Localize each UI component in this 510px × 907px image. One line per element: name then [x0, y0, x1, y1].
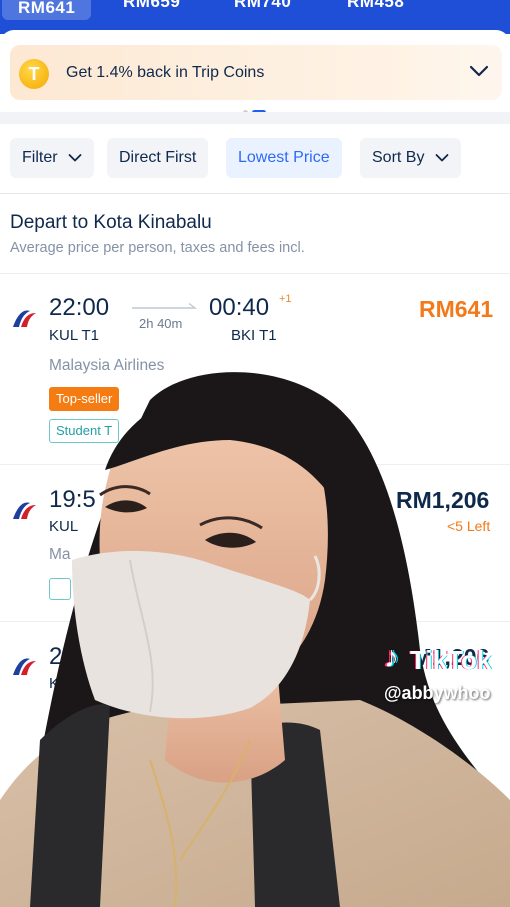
- date-tab[interactable]: RM659: [123, 0, 180, 20]
- filter-button[interactable]: Filter: [10, 138, 95, 178]
- seats-left-label: <5 Left: [447, 518, 491, 534]
- top-seller-tag: Top-seller: [49, 387, 120, 411]
- section-subtitle: Average price per person, taxes and fees…: [10, 240, 305, 256]
- divider: [0, 193, 510, 194]
- direct-first-button[interactable]: Direct First: [107, 138, 209, 178]
- depart-airport: KUL T1: [49, 327, 100, 344]
- date-tab[interactable]: RM740: [234, 0, 291, 20]
- divider: [0, 464, 510, 465]
- malaysia-airlines-logo-icon: [13, 310, 36, 327]
- baggage-icon: [49, 578, 71, 600]
- airline-name: Malaysia Airlines: [49, 357, 165, 374]
- section-title: Depart to Kota Kinabalu: [10, 212, 212, 233]
- chevron-down-icon[interactable]: [467, 59, 491, 83]
- sort-by-label: Sort By: [372, 149, 425, 166]
- trip-coin-icon: T: [19, 59, 49, 89]
- date-tab[interactable]: RM458: [347, 0, 404, 20]
- date-tab-selected[interactable]: RM641: [2, 0, 92, 20]
- tiktok-watermark: TikTok: [410, 645, 492, 675]
- route-arrow-icon: [132, 302, 198, 309]
- depart-airport: KUL: [49, 518, 79, 535]
- airline-name: Ma: [49, 546, 71, 563]
- date-price-strip: RM641 RM659 RM740 RM458: [0, 0, 510, 34]
- flight-price: RM1,206: [396, 487, 490, 513]
- student-tag: Student T: [49, 419, 120, 443]
- flight-price: RM641: [419, 296, 494, 322]
- flight-duration: 2h 40m: [139, 316, 183, 331]
- section-divider: [0, 112, 510, 124]
- arrive-time: 00:40: [209, 294, 270, 321]
- direct-first-label: Direct First: [119, 149, 197, 166]
- trip-coins-banner[interactable]: T Get 1.4% back in Trip Coins: [10, 45, 502, 100]
- depart-time: 22:00: [49, 294, 110, 321]
- arrive-airport: BKI T1: [231, 327, 277, 344]
- malaysia-airlines-logo-icon: [13, 658, 36, 675]
- divider: [0, 621, 510, 622]
- day-offset-badge: +1: [279, 293, 292, 305]
- divider: [0, 273, 510, 274]
- sort-by-button[interactable]: Sort By: [360, 138, 461, 178]
- lowest-price-label: Lowest Price: [238, 149, 330, 166]
- depart-time: 19:5: [49, 486, 96, 513]
- tiktok-handle: @abbywhoo: [384, 683, 491, 703]
- malaysia-airlines-logo-icon: [13, 502, 36, 519]
- depart-airport: KUL: [49, 675, 79, 692]
- trip-coins-text: Get 1.4% back in Trip Coins: [66, 64, 265, 81]
- depart-time: 21: [49, 643, 76, 670]
- chevron-down-icon: [68, 153, 82, 162]
- filter-label: Filter: [22, 149, 58, 166]
- tiktok-logo-icon: ♪: [384, 641, 399, 674]
- chevron-down-icon: [435, 153, 449, 162]
- lowest-price-button[interactable]: Lowest Price: [226, 138, 342, 178]
